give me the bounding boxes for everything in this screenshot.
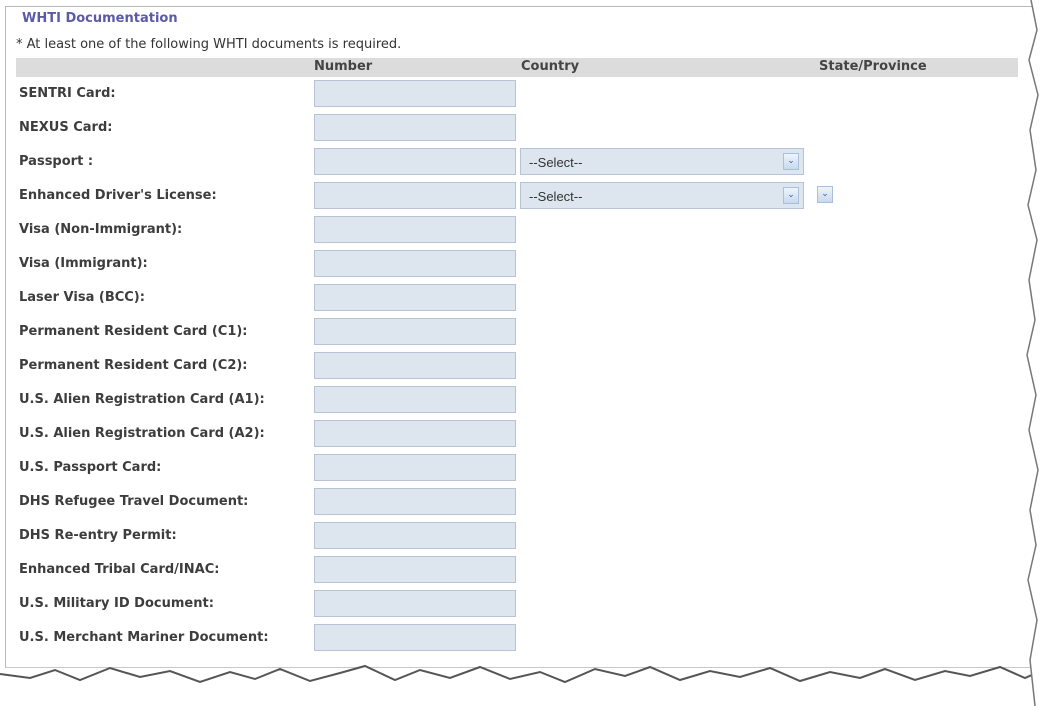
us-passport-card-label: U.S. Passport Card: (19, 460, 162, 475)
enhanced-drivers-license-label: Enhanced Driver's License: (19, 188, 217, 203)
passport-country-select[interactable]: --Select-- ⌄ (520, 148, 804, 175)
visa-non-immigrant-label: Visa (Non-Immigrant): (19, 222, 183, 237)
document-row-visa-non-immigrant: Visa (Non-Immigrant): (0, 216, 1043, 246)
us-passport-card-number-input[interactable] (314, 454, 516, 481)
chevron-down-icon[interactable]: ⌄ (817, 186, 833, 203)
document-row-tribal-card: Enhanced Tribal Card/INAC: (0, 556, 1043, 586)
merchant-mariner-label: U.S. Merchant Mariner Document: (19, 630, 269, 645)
document-row-nexus: NEXUS Card: (0, 114, 1043, 144)
document-row-alien-card-a2: U.S. Alien Registration Card (A2): (0, 420, 1043, 450)
passport-country-value: --Select-- (529, 155, 583, 170)
document-row-laser-visa: Laser Visa (BCC): (0, 284, 1043, 314)
column-header-state: State/Province (819, 59, 927, 74)
alien-card-a2-label: U.S. Alien Registration Card (A2): (19, 426, 265, 441)
visa-non-immigrant-number-input[interactable] (314, 216, 516, 243)
military-id-number-input[interactable] (314, 590, 516, 617)
pr-card-c1-number-input[interactable] (314, 318, 516, 345)
edl-country-select[interactable]: --Select-- ⌄ (520, 182, 804, 209)
pr-card-c2-label: Permanent Resident Card (C2): (19, 358, 248, 373)
tribal-card-number-input[interactable] (314, 556, 516, 583)
torn-edge-decoration (0, 664, 1043, 706)
document-row-visa-immigrant: Visa (Immigrant): (0, 250, 1043, 280)
section-title: WHTI Documentation (22, 11, 178, 26)
column-header-number: Number (314, 59, 373, 74)
document-row-enhanced-drivers-license: Enhanced Driver's License: --Select-- ⌄ … (0, 182, 1043, 212)
laser-visa-label: Laser Visa (BCC): (19, 290, 145, 305)
alien-card-a2-number-input[interactable] (314, 420, 516, 447)
reentry-permit-number-input[interactable] (314, 522, 516, 549)
required-note: * At least one of the following WHTI doc… (16, 37, 402, 52)
document-row-alien-card-a1: U.S. Alien Registration Card (A1): (0, 386, 1043, 416)
column-header-country: Country (521, 59, 580, 74)
document-row-merchant-mariner: U.S. Merchant Mariner Document: (0, 624, 1043, 654)
tribal-card-label: Enhanced Tribal Card/INAC: (19, 562, 220, 577)
edl-state-select[interactable]: ⌄ (812, 182, 838, 209)
nexus-card-number-input[interactable] (314, 114, 516, 141)
pr-card-c1-label: Permanent Resident Card (C1): (19, 324, 248, 339)
pr-card-c2-number-input[interactable] (314, 352, 516, 379)
sentri-card-label: SENTRI Card: (19, 86, 116, 101)
merchant-mariner-number-input[interactable] (314, 624, 516, 651)
document-row-us-passport-card: U.S. Passport Card: (0, 454, 1043, 484)
chevron-down-icon[interactable]: ⌄ (783, 187, 799, 204)
enhanced-drivers-license-number-input[interactable] (314, 182, 516, 209)
document-row-reentry-permit: DHS Re-entry Permit: (0, 522, 1043, 552)
document-row-pr-card-c2: Permanent Resident Card (C2): (0, 352, 1043, 382)
torn-edge-right-decoration (1026, 0, 1043, 706)
sentri-card-number-input[interactable] (314, 80, 516, 107)
document-row-refugee-travel: DHS Refugee Travel Document: (0, 488, 1043, 518)
edl-country-value: --Select-- (529, 189, 583, 204)
visa-immigrant-number-input[interactable] (314, 250, 516, 277)
document-row-military-id: U.S. Military ID Document: (0, 590, 1043, 620)
nexus-card-label: NEXUS Card: (19, 120, 113, 135)
alien-card-a1-label: U.S. Alien Registration Card (A1): (19, 392, 265, 407)
reentry-permit-label: DHS Re-entry Permit: (19, 528, 177, 543)
refugee-travel-label: DHS Refugee Travel Document: (19, 494, 249, 509)
alien-card-a1-number-input[interactable] (314, 386, 516, 413)
chevron-down-icon[interactable]: ⌄ (783, 153, 799, 170)
passport-label: Passport : (19, 154, 94, 169)
document-row-pr-card-c1: Permanent Resident Card (C1): (0, 318, 1043, 348)
refugee-travel-number-input[interactable] (314, 488, 516, 515)
document-row-passport: Passport : --Select-- ⌄ (0, 148, 1043, 178)
passport-number-input[interactable] (314, 148, 516, 175)
visa-immigrant-label: Visa (Immigrant): (19, 256, 148, 271)
laser-visa-number-input[interactable] (314, 284, 516, 311)
document-row-sentri: SENTRI Card: (0, 80, 1043, 110)
military-id-label: U.S. Military ID Document: (19, 596, 214, 611)
